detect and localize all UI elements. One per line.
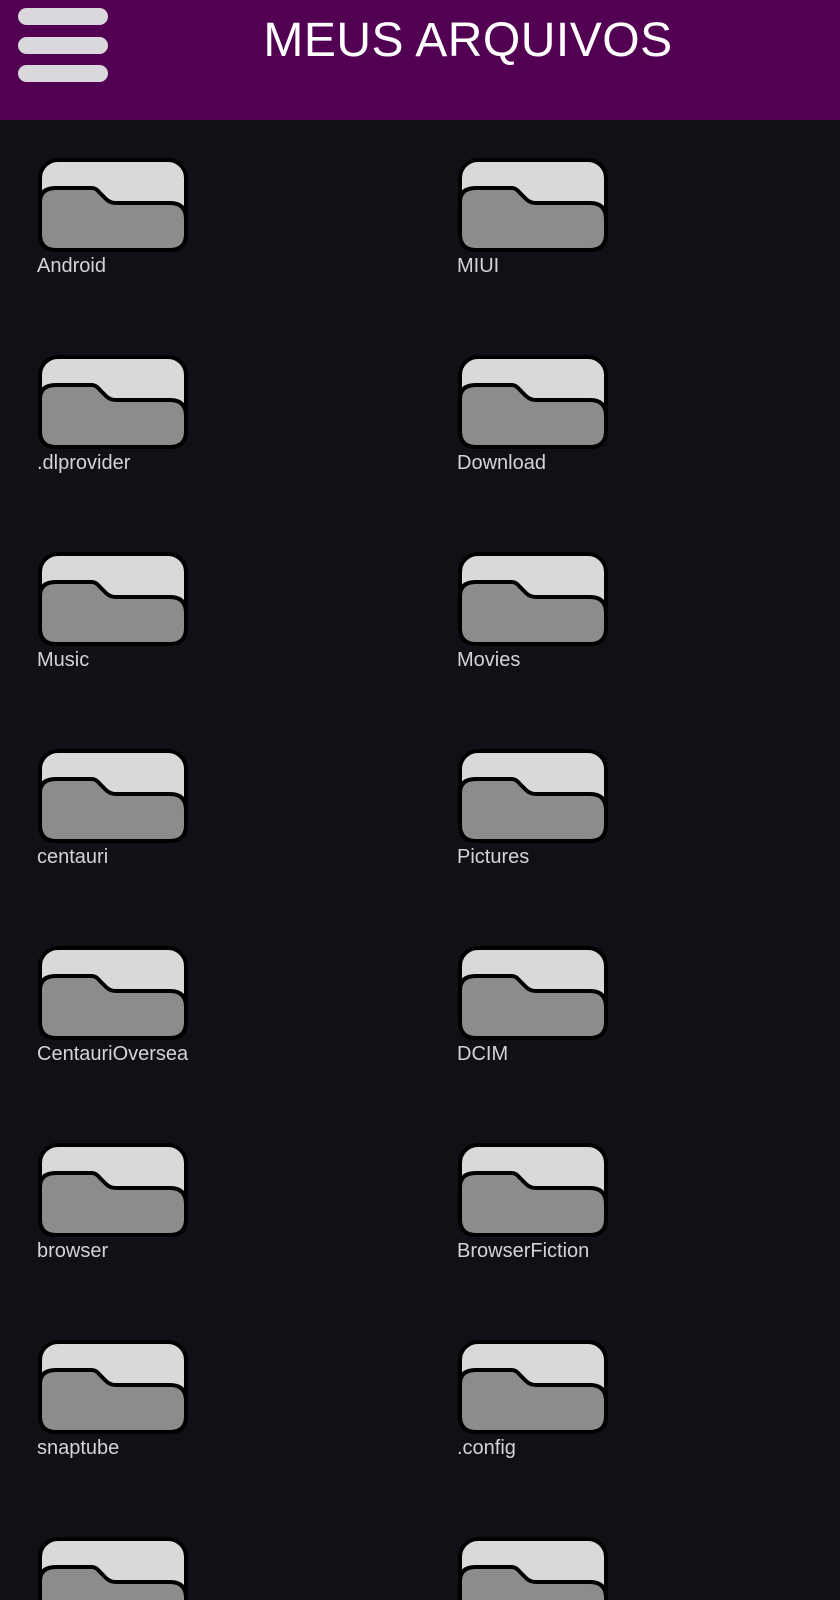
folder-partial-right[interactable] [457, 1537, 677, 1600]
folder-label: Pictures [457, 846, 530, 868]
folder-pictures[interactable]: Pictures [457, 749, 677, 889]
folder-icon [458, 158, 608, 252]
folder-download[interactable]: Download [457, 355, 677, 495]
folder-icon [458, 1143, 608, 1237]
folder-icon [38, 355, 188, 449]
folder-label: browser [37, 1240, 109, 1262]
folder-label: .config [457, 1437, 516, 1459]
folder-label: .dlprovider [37, 452, 131, 474]
folder-icon [458, 946, 608, 1040]
folder-centaurioversea[interactable]: CentauriOversea [37, 946, 257, 1086]
folder-label: DCIM [457, 1043, 509, 1065]
folder-miui[interactable]: MIUI [457, 158, 677, 298]
folder-dcim[interactable]: DCIM [457, 946, 677, 1086]
folder-icon [38, 552, 188, 646]
file-browser-screen: MEUS ARQUIVOS Android MIUI .dlprovider D… [0, 0, 840, 1600]
folder-config[interactable]: .config [457, 1340, 677, 1480]
folder-label: MIUI [457, 255, 500, 277]
folder-label: centauri [37, 846, 109, 868]
folder-browser[interactable]: browser [37, 1143, 257, 1283]
folder-icon [458, 355, 608, 449]
folder-icon [458, 552, 608, 646]
folder-icon [38, 946, 188, 1040]
folder-icon [458, 749, 608, 843]
folder-icon [38, 158, 188, 252]
folder-label: Download [457, 452, 546, 474]
folder-dlprovider[interactable]: .dlprovider [37, 355, 257, 495]
folder-browserfiction[interactable]: BrowserFiction [457, 1143, 677, 1283]
folder-icon [38, 1340, 188, 1434]
folder-label: Movies [457, 649, 521, 671]
folder-label: Android [37, 255, 106, 277]
folder-music[interactable]: Music [37, 552, 257, 692]
folder-label: CentauriOversea [37, 1043, 189, 1065]
folder-label: Music [37, 649, 90, 671]
folder-icon [458, 1340, 608, 1434]
folder-icon [38, 1143, 188, 1237]
folder-icon [458, 1537, 608, 1600]
folder-icon [38, 749, 188, 843]
folder-icon [38, 1537, 188, 1600]
folder-label: snaptube [37, 1437, 120, 1459]
folder-partial-left[interactable] [37, 1537, 257, 1600]
folder-grid: Android MIUI .dlprovider Download Music … [0, 0, 840, 1600]
folder-android[interactable]: Android [37, 158, 257, 298]
folder-snaptube[interactable]: snaptube [37, 1340, 257, 1480]
folder-label: BrowserFiction [457, 1240, 590, 1262]
folder-movies[interactable]: Movies [457, 552, 677, 692]
folder-centauri[interactable]: centauri [37, 749, 257, 889]
